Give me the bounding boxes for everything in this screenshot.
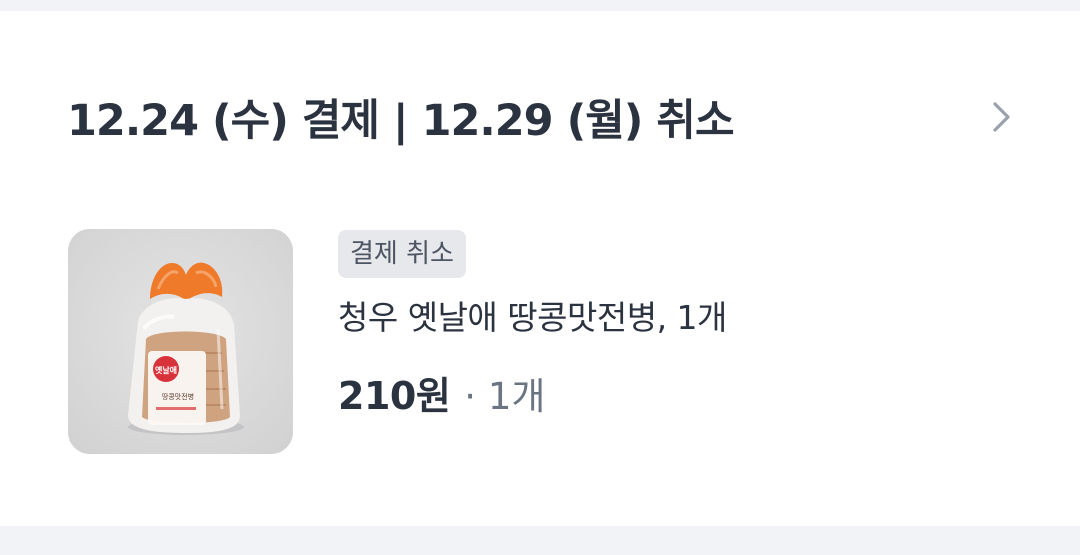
product-price: 210원 bbox=[338, 374, 451, 418]
product-quantity: · 1개 bbox=[464, 375, 546, 418]
order-history-header-link[interactable]: 12.24 (수) 결제 | 12.29 (월) 취소 bbox=[0, 11, 1080, 221]
product-name[interactable]: 청우 옛날애 땅콩맛전병, 1개 bbox=[338, 297, 727, 339]
chevron-right-icon[interactable] bbox=[986, 99, 1016, 135]
svg-text:땅콩맛전병: 땅콩맛전병 bbox=[162, 392, 194, 401]
order-card: 12.24 (수) 결제 | 12.29 (월) 취소 옛날애 땅콩맛전병 결제… bbox=[0, 11, 1080, 526]
order-date-title: 12.24 (수) 결제 | 12.29 (월) 취소 bbox=[67, 96, 735, 146]
price-row: 210원 · 1개 bbox=[338, 365, 545, 418]
product-package-image: 옛날애 땅콩맛전병 bbox=[68, 229, 293, 454]
product-thumbnail[interactable]: 옛날애 땅콩맛전병 bbox=[68, 229, 293, 454]
svg-text:옛날애: 옛날애 bbox=[155, 365, 177, 375]
status-badge: 결제 취소 bbox=[338, 230, 466, 278]
